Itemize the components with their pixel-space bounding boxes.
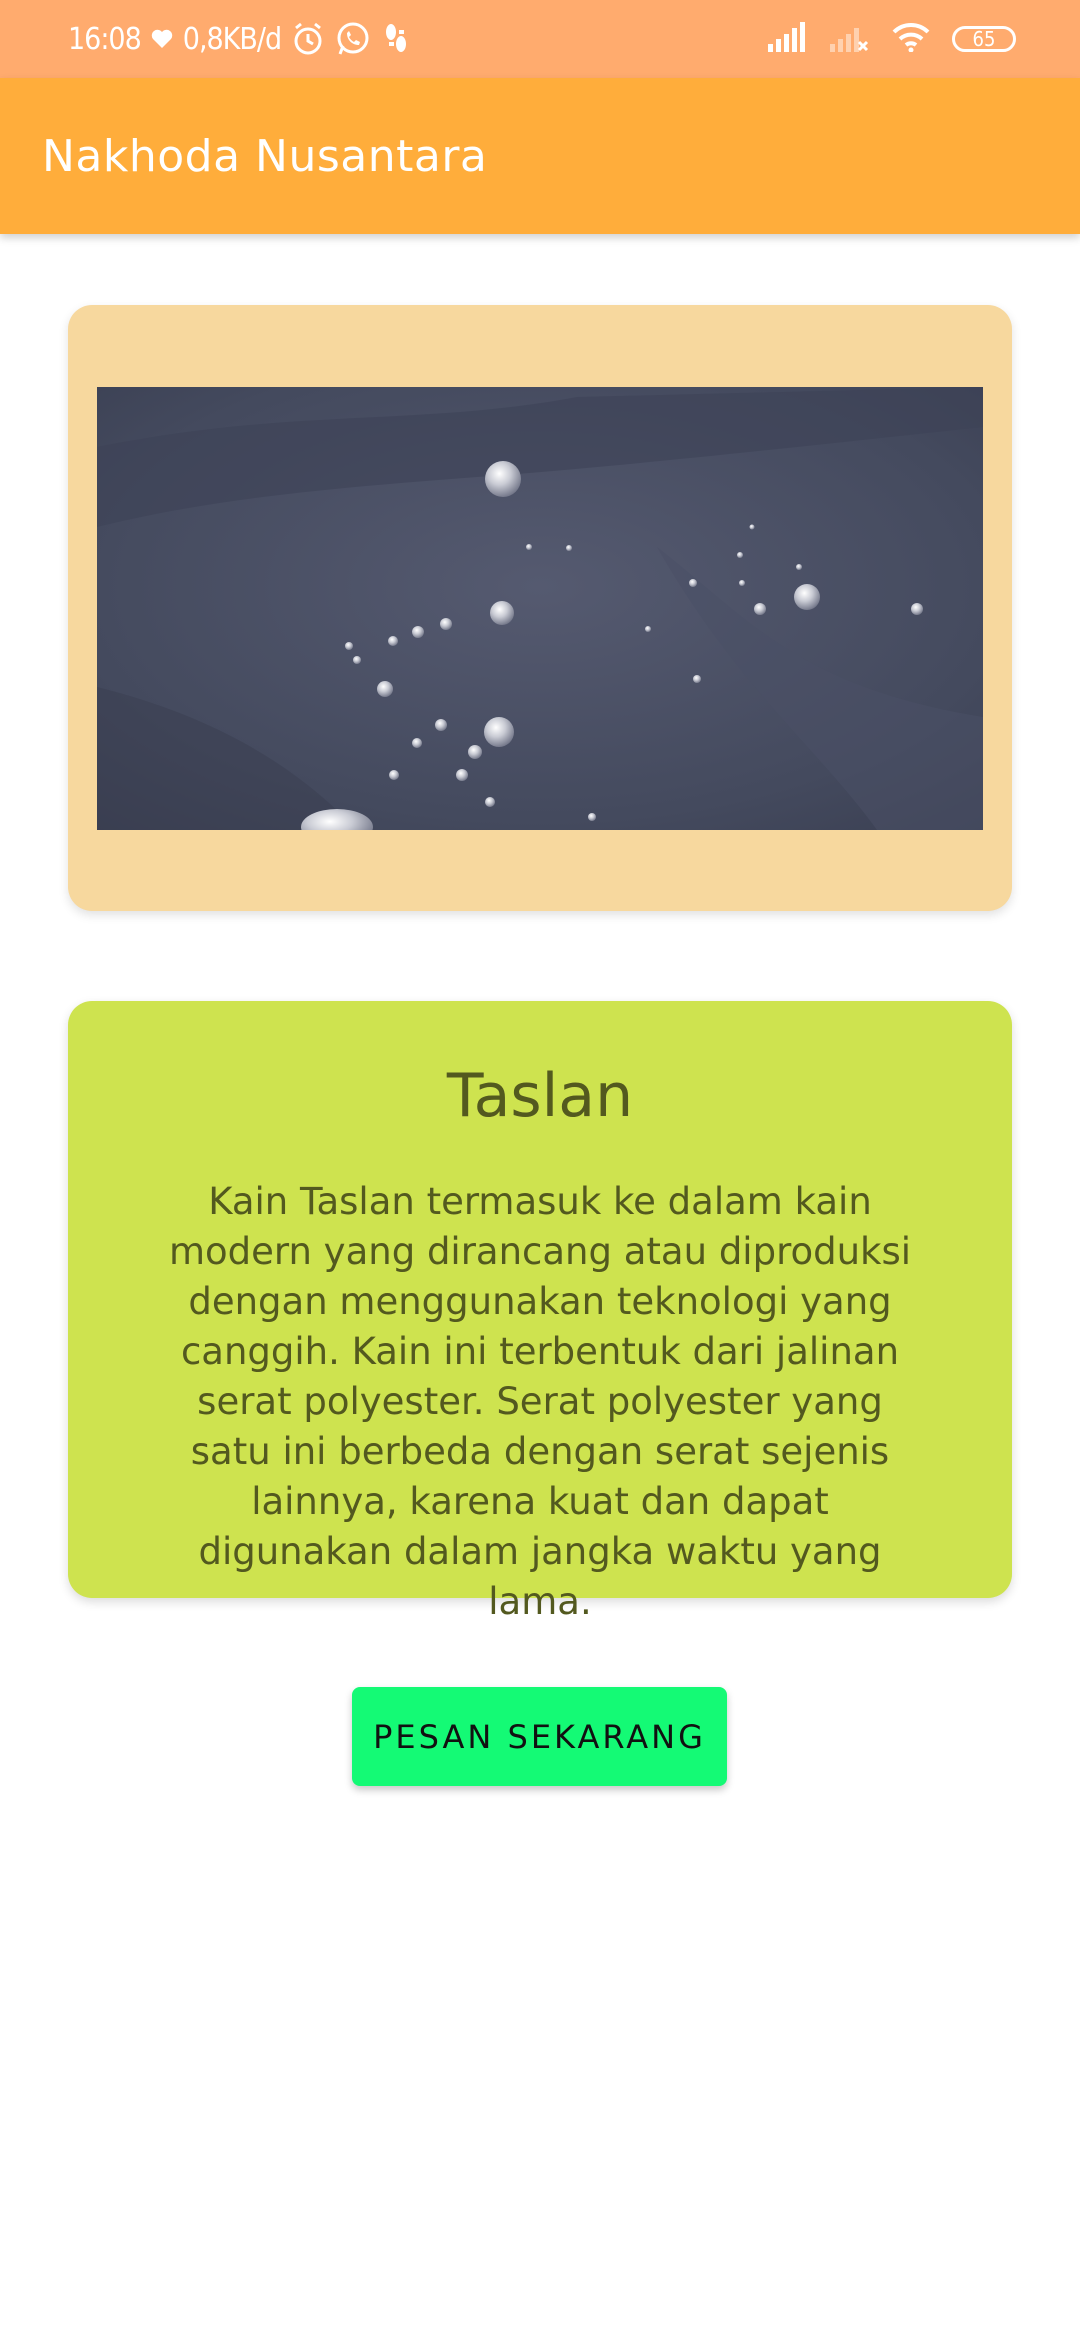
fabric-title: Taslan	[446, 1061, 634, 1131]
image-card	[68, 305, 1012, 911]
whatsapp-icon	[335, 21, 371, 57]
battery-icon: 65	[952, 26, 1016, 52]
status-left: 16:08 0,8KB/d	[68, 0, 411, 78]
signal-empty-icon	[830, 22, 870, 56]
app-title: Nakhoda Nusantara	[42, 130, 488, 182]
alarm-icon	[291, 22, 325, 56]
description-card: Taslan Kain Taslan termasuk ke dalam kai…	[68, 1001, 1012, 1623]
status-speed: 0,8KB/d	[182, 21, 282, 57]
fabric-description: Kain Taslan termasuk ke dalam kain moder…	[168, 1180, 912, 1623]
battery-level: 65	[972, 27, 996, 51]
fabric-image	[97, 387, 983, 830]
status-bar: 16:08 0,8KB/d 65	[0, 0, 1080, 78]
wifi-icon	[892, 22, 930, 56]
app-bar: Nakhoda Nusantara	[0, 78, 1080, 234]
footprint-icon	[381, 22, 411, 56]
signal-icon	[768, 22, 808, 56]
order-now-button[interactable]: PESAN SEKARANG	[352, 1687, 727, 1786]
heart-icon	[151, 29, 173, 49]
status-right: 65	[768, 0, 1016, 78]
status-time: 16:08	[68, 21, 142, 57]
